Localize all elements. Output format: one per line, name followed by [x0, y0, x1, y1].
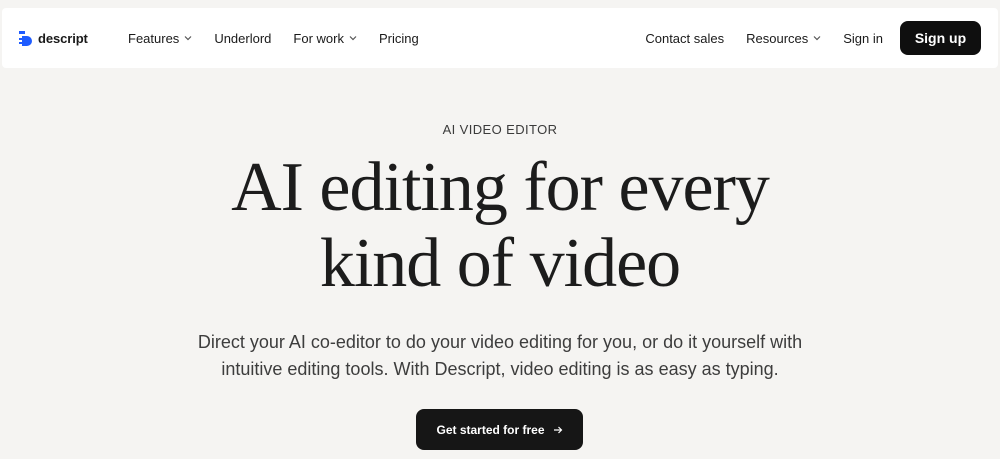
descript-logo[interactable]: descript [19, 30, 88, 46]
descript-logo-icon [19, 31, 32, 46]
nav-sign-in[interactable]: Sign in [843, 31, 883, 46]
brand-name: descript [38, 30, 88, 46]
hero-subheading-line-1: Direct your AI co-editor to do your vide… [197, 332, 803, 352]
nav-features[interactable]: Features [128, 31, 192, 46]
hero-headline: AI editing for every kind of video [0, 150, 1000, 302]
nav-sign-in-label: Sign in [843, 30, 883, 46]
hero-subheading-line-2: intuitive editing tools. With Descript, … [221, 359, 779, 379]
nav-for-work[interactable]: For work [293, 31, 357, 46]
hero-headline-line-1: AI editing for every [231, 149, 770, 226]
nav-pricing[interactable]: Pricing [379, 31, 419, 46]
hero-headline-line-2: kind of video [319, 225, 681, 302]
primary-nav: Features Underlord For work Pricing [128, 8, 419, 68]
nav-resources[interactable]: Resources [746, 31, 821, 46]
nav-underlord-label: Underlord [214, 30, 272, 46]
get-started-label: Get started for free [436, 422, 545, 437]
secondary-nav: Contact sales Resources Sign in Sign up [645, 8, 981, 68]
chevron-down-icon [813, 36, 821, 41]
hero-eyebrow: AI VIDEO EDITOR [442, 122, 558, 137]
chevron-down-icon [349, 36, 357, 41]
nav-features-label: Features [128, 30, 180, 46]
sign-up-button[interactable]: Sign up [900, 21, 981, 55]
get-started-button[interactable]: Get started for free [416, 409, 583, 450]
chevron-down-icon [184, 36, 192, 41]
top-navbar: descript Features Underlord For work Pri… [2, 8, 998, 68]
nav-contact-sales[interactable]: Contact sales [645, 31, 724, 46]
nav-for-work-label: For work [293, 30, 344, 46]
nav-resources-label: Resources [746, 30, 809, 46]
arrow-right-icon [553, 426, 562, 433]
nav-contact-sales-label: Contact sales [645, 30, 725, 46]
hero-subheading: Direct your AI co-editor to do your vide… [150, 329, 850, 383]
nav-underlord[interactable]: Underlord [214, 31, 271, 46]
nav-pricing-label: Pricing [378, 30, 419, 46]
